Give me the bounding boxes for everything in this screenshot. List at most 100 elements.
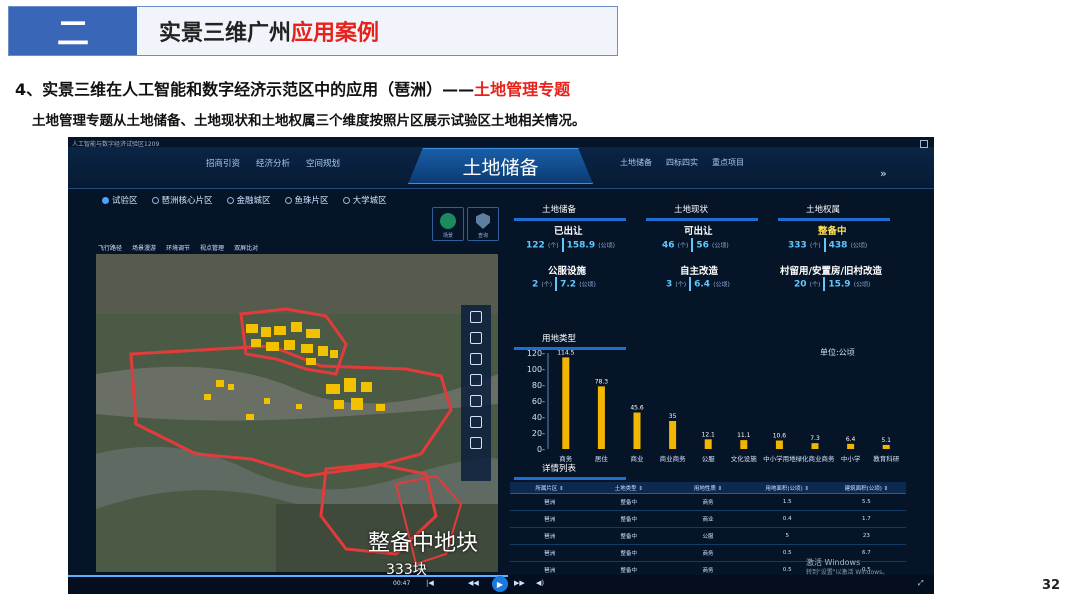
fullscreen-icon[interactable]: ⤢	[918, 579, 924, 588]
table-cell: 公服	[702, 534, 714, 540]
stat-count-unit: (个)	[809, 242, 821, 250]
scene-label: 场景	[442, 233, 453, 239]
volume-icon[interactable]: ◀)	[536, 579, 544, 587]
stat-area-unit: (公顷)	[713, 281, 730, 289]
data-label: 12.1	[702, 431, 716, 438]
table-cell: 琶洲	[544, 534, 556, 540]
y-tick-label: 100-	[527, 365, 545, 374]
column-header[interactable]: 土地类型 ⇕	[589, 484, 668, 492]
radio-yuzhu[interactable]: 鱼珠片区	[284, 194, 329, 206]
nav-item[interactable]: 空间规划	[306, 157, 340, 169]
grid-icon[interactable]	[920, 140, 928, 148]
previous-icon[interactable]: |◀	[426, 579, 434, 587]
radio-dot-icon	[284, 196, 292, 204]
forward-icon[interactable]: ▶▶	[514, 579, 525, 587]
nav-item[interactable]: 土地储备	[620, 157, 652, 168]
x-tick-label: 商业	[631, 454, 645, 463]
tool-viewpoint[interactable]: 视点管理	[200, 243, 224, 252]
tool-environment[interactable]: 环境调节	[166, 243, 190, 252]
clip-icon[interactable]	[470, 395, 482, 407]
x-tick-label: 中小学用地	[763, 454, 796, 463]
section-banner: 二 实景三维广州应用案例	[8, 6, 618, 56]
screenshot-icon[interactable]	[470, 374, 482, 386]
stat-label: 可出让	[684, 226, 713, 237]
table-cell: 商务	[702, 500, 714, 506]
stat-count: 2	[532, 279, 539, 290]
table-row[interactable]: 琶洲 整备中 公服 5 23	[510, 528, 906, 545]
x-tick-label: 公服	[702, 455, 716, 463]
table-cell: 琶洲	[544, 517, 556, 523]
data-label: 7.3	[810, 435, 820, 442]
stat-area: 56	[696, 240, 709, 251]
rewind-icon[interactable]: ◀◀	[468, 579, 479, 587]
stat-label: 村留用/安置房/旧村改造	[780, 266, 882, 277]
data-label: 114.5	[557, 349, 574, 356]
radio-dot-icon	[226, 196, 234, 204]
compass-icon[interactable]	[470, 416, 482, 428]
nav-item[interactable]: 招商引资	[206, 157, 240, 169]
table-cell: 23	[862, 533, 870, 539]
y-tick-label: 80-	[532, 381, 545, 390]
radio-university-city[interactable]: 大学城区	[342, 194, 387, 206]
measure-icon[interactable]	[470, 353, 482, 365]
landuse-title: 用地类型	[542, 334, 577, 344]
stat-count: 122	[526, 240, 545, 251]
y-tick-label: 120-	[527, 349, 545, 358]
locate-icon[interactable]	[470, 437, 482, 449]
stat-area: 158.9	[566, 240, 596, 251]
table-cell: 整备中	[620, 500, 638, 506]
stat-count-unit: (个)	[677, 242, 689, 250]
table-row[interactable]: 琶洲 整备中 商务 1.5 5.5	[510, 494, 906, 511]
nav-item[interactable]: 经济分析	[256, 157, 290, 169]
stat-count: 46	[662, 240, 675, 251]
tool-dual-screen[interactable]: 双屏比对	[234, 243, 258, 252]
y-tick-label: 40-	[532, 413, 545, 422]
stat-separator	[823, 277, 826, 291]
layers-icon[interactable]	[470, 311, 482, 323]
stat-separator	[689, 277, 692, 291]
column-header[interactable]: 用地面积(公顷) ⇕	[748, 484, 827, 492]
landuse-chart: 120-100-80-60-40-20-0-114.5商务78.3居住45.6商…	[527, 349, 900, 463]
column-header[interactable]: 用地性质 ⇕	[668, 484, 747, 492]
table-cell: 琶洲	[544, 500, 556, 506]
stat-value: 122 (个) 158.9 (公顷)	[526, 238, 615, 252]
stat-count: 3	[666, 279, 673, 290]
bar	[669, 421, 677, 449]
data-label: 10.6	[773, 433, 787, 440]
stat-area: 15.9	[828, 279, 851, 290]
data-label: 6.4	[846, 436, 856, 443]
query-button[interactable]: 查询	[467, 207, 499, 241]
column-header[interactable]: 建筑面积(公顷) ⇕	[827, 484, 906, 492]
bar	[847, 443, 855, 449]
nav-item[interactable]: 四标四实	[666, 157, 698, 168]
x-tick-label: 文化设施	[731, 454, 758, 463]
expand-icon[interactable]: »	[880, 167, 887, 180]
stat-value: 46 (个) 56 (公顷)	[662, 238, 729, 252]
seek-bar[interactable]	[68, 575, 508, 577]
tool-scene-roam[interactable]: 场景漫游	[132, 243, 156, 252]
marker-icon[interactable]	[470, 332, 482, 344]
tab-land-reserve[interactable]: 土地储备	[408, 148, 593, 184]
column-header[interactable]: 所属片区 ⇕	[510, 484, 589, 492]
y-tick-label: 0-	[537, 445, 545, 454]
radio-pazhou-core[interactable]: 琶洲核心片区	[151, 194, 213, 206]
radio-finance-city[interactable]: 金融城区	[226, 194, 271, 206]
nav-item[interactable]: 重点项目	[712, 157, 744, 168]
scene-button[interactable]: 场景	[432, 207, 464, 241]
stat-area-unit: (公顷)	[598, 242, 615, 250]
radio-label: 大学城区	[352, 196, 387, 206]
nav-left: 招商引资 经济分析 空间规划	[206, 157, 340, 169]
stat-label: 已出让	[554, 226, 583, 237]
stat-label: 自主改造	[680, 266, 719, 277]
stat-area: 438	[828, 240, 848, 251]
play-button[interactable]: ▶	[492, 576, 508, 592]
table-row[interactable]: 琶洲 整备中 商业 0.4 1.7	[510, 511, 906, 528]
radio-trial-zone[interactable]: 试验区	[102, 194, 138, 206]
data-label: 11.1	[737, 432, 751, 439]
nav-right: 土地储备 四标四实 重点项目	[620, 157, 744, 168]
playback-time: 00:47	[393, 580, 411, 587]
table-cell: 1.7	[862, 516, 871, 522]
radio-label: 试验区	[112, 196, 138, 206]
stat-count: 333	[788, 240, 807, 251]
tool-flight-path[interactable]: 飞行路径	[98, 243, 122, 252]
